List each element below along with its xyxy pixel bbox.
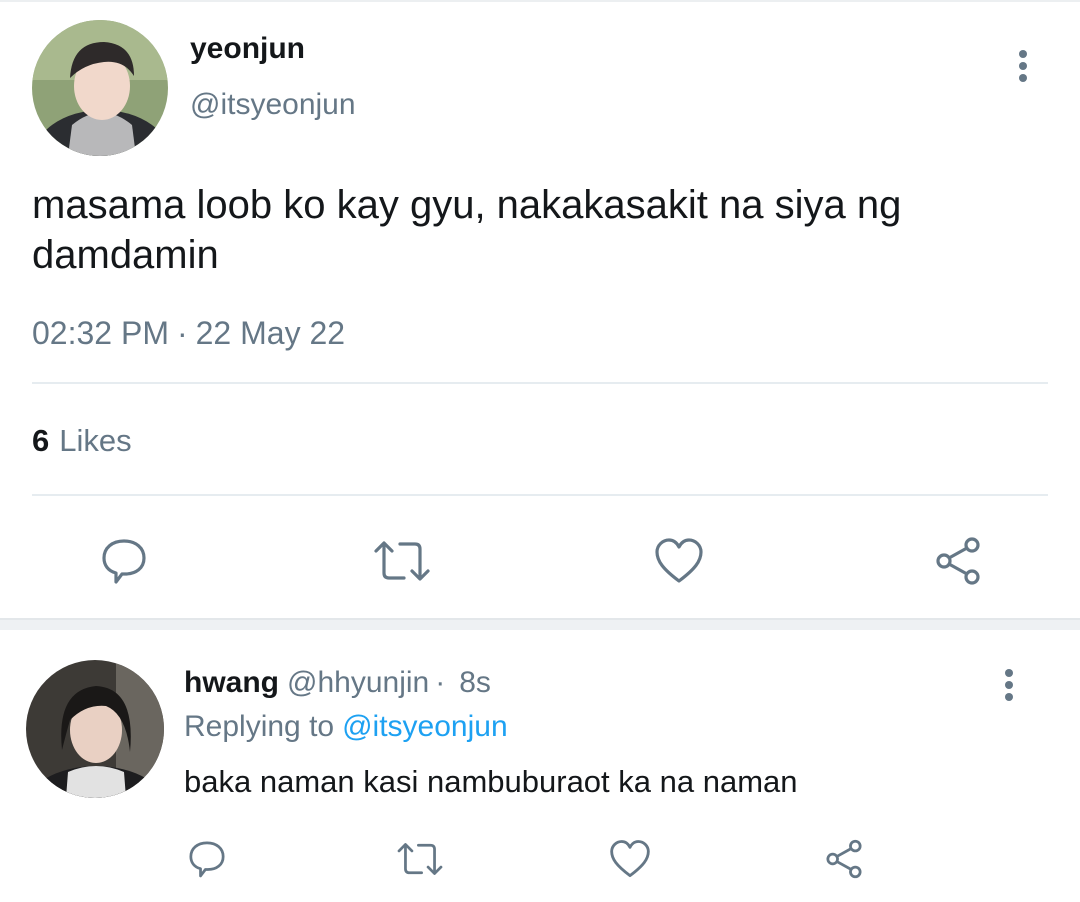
author-handle[interactable]: @itsyeonjun [190, 88, 356, 122]
share-button[interactable] [930, 533, 986, 589]
tweet-date: 22 May 22 [195, 315, 346, 351]
reply-header: hwang @hhyunjin · 8s [184, 666, 491, 700]
replying-to-handle-link[interactable]: @itsyeonjun [342, 710, 508, 743]
heart-icon [610, 840, 650, 878]
author-avatar[interactable] [32, 20, 168, 156]
share-icon [826, 839, 862, 879]
reply-like-button[interactable] [606, 836, 654, 882]
reply-share-button[interactable] [820, 836, 868, 882]
likes-count-link[interactable]: 6 Likes [32, 423, 132, 459]
reply-reply-button[interactable] [184, 836, 230, 882]
divider [32, 382, 1048, 384]
meta-separator: · [176, 315, 188, 351]
author-name[interactable]: yeonjun [190, 32, 305, 66]
reply-more-options-icon[interactable] [994, 665, 1024, 705]
reply-author-handle[interactable]: @hhyunjin [287, 666, 429, 699]
replying-to-line: Replying to @itsyeonjun [184, 710, 508, 744]
heart-icon [655, 538, 703, 583]
retweet-icon [374, 541, 430, 581]
reply-retweet-button[interactable] [394, 836, 446, 882]
divider [32, 494, 1048, 496]
speech-bubble-icon [189, 841, 225, 878]
retweet-button[interactable] [372, 533, 432, 589]
reply-button[interactable] [96, 533, 152, 589]
reply-author-name[interactable]: hwang [184, 666, 279, 699]
tweet-time: 02:32 PM [32, 315, 169, 351]
like-button[interactable] [651, 533, 707, 589]
top-border [0, 0, 1080, 2]
section-divider [0, 618, 1080, 630]
tweet-timestamp: 02:32 PM · 22 May 22 [32, 315, 345, 352]
likes-count: 6 [32, 423, 50, 458]
replying-to-label: Replying to [184, 710, 335, 743]
reply-text: baka naman kasi nambuburaot ka na naman [184, 764, 798, 799]
speech-bubble-icon [102, 539, 146, 584]
more-options-icon[interactable] [1008, 46, 1038, 86]
retweet-icon [397, 843, 443, 875]
reply-meta-separator: · [435, 666, 446, 699]
reply-author-avatar[interactable] [26, 660, 164, 798]
share-icon [936, 537, 980, 585]
reply-age: 8s [459, 666, 491, 699]
likes-label: Likes [59, 423, 132, 458]
tweet-text: masama loob ko kay gyu, nakakasakit na s… [32, 183, 902, 277]
